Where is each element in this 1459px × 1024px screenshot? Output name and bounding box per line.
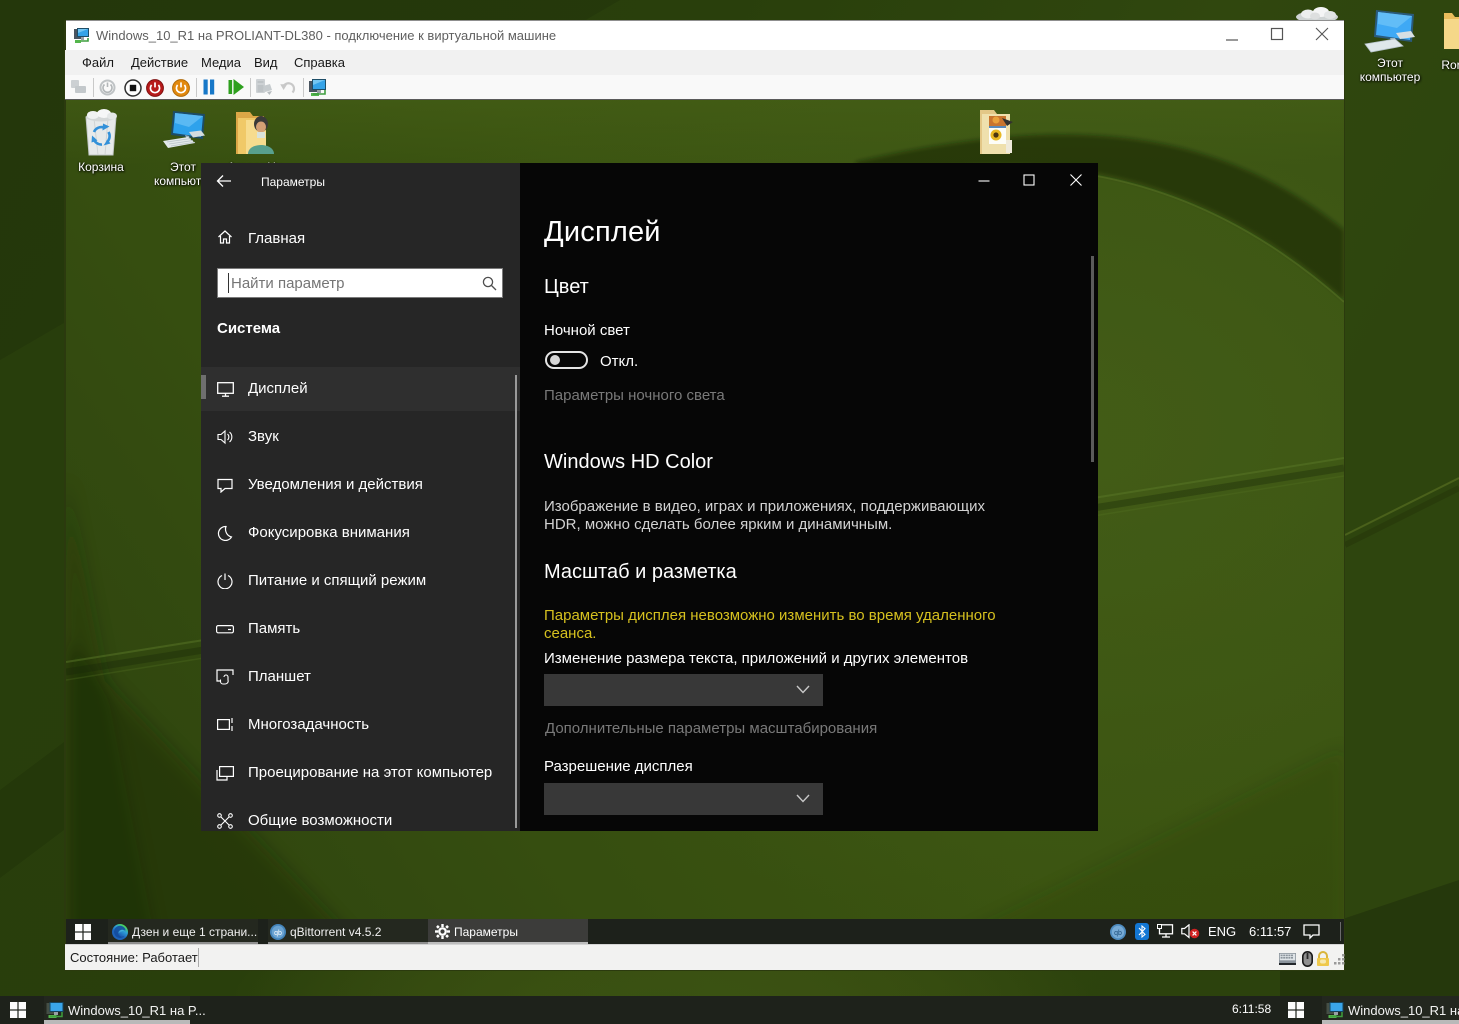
svg-text:qb: qb (274, 930, 282, 937)
svg-text:qb: qb (1114, 930, 1122, 937)
